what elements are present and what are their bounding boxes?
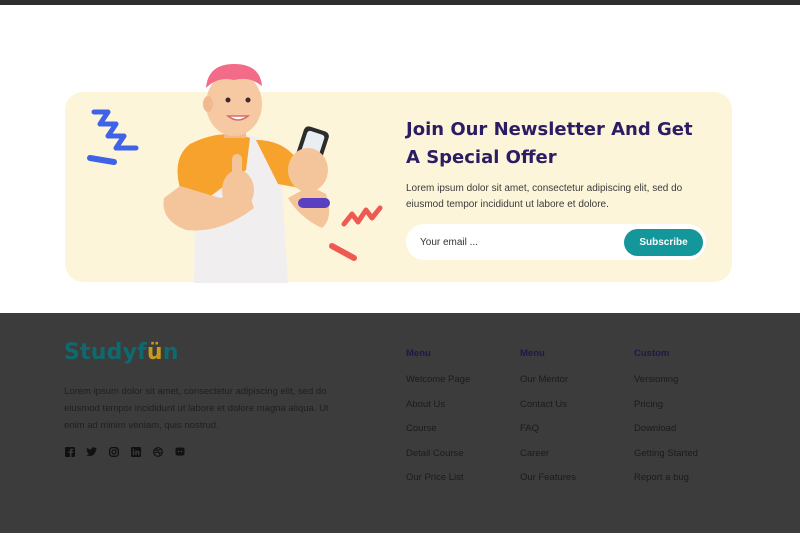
footer-link-detail-course[interactable]: Detail Course	[406, 448, 516, 460]
footer-link-report-a-bug[interactable]: Report a bug	[634, 472, 744, 484]
footer-description: Lorem ipsum dolor sit amet, consectetur …	[64, 386, 329, 431]
footer-column-2: Menu Our Mentor Contact Us FAQ Career Ou…	[520, 348, 630, 497]
logo-text: Studyf	[64, 340, 147, 365]
character-with-phone-illustration	[150, 58, 350, 283]
linkedin-icon[interactable]	[130, 446, 141, 457]
footer-column-1: Menu Welcome Page About Us Course Detail…	[406, 348, 516, 497]
logo-accent: ü	[146, 340, 163, 365]
email-subscribe-form: Subscribe	[406, 224, 706, 260]
footer-link-course[interactable]: Course	[406, 423, 516, 435]
footer-link-getting-started[interactable]: Getting Started	[634, 448, 744, 460]
footer-column-title: Menu	[406, 348, 431, 359]
facebook-icon[interactable]	[64, 446, 75, 457]
footer-link-our-mentor[interactable]: Our Mentor	[520, 374, 630, 386]
newsletter-title: Join Our Newsletter And Get A Special Of…	[406, 119, 693, 168]
footer-link-pricing[interactable]: Pricing	[634, 399, 744, 411]
footer-link-faq[interactable]: FAQ	[520, 423, 630, 435]
top-bar	[0, 0, 800, 5]
footer-link-contact-us[interactable]: Contact Us	[520, 399, 630, 411]
footer-link-our-features[interactable]: Our Features	[520, 472, 630, 484]
footer-link-welcome-page[interactable]: Welcome Page	[406, 374, 516, 386]
footer-column-title: Custom	[634, 348, 670, 359]
subscribe-button[interactable]: Subscribe	[624, 229, 703, 256]
twitter-icon[interactable]	[86, 446, 97, 457]
footer-link-about-us[interactable]: About Us	[406, 399, 516, 411]
logo-text-end: n	[162, 340, 179, 365]
studyfun-logo[interactable]: Studyfün	[64, 340, 179, 365]
footer-link-versioning[interactable]: Versioning	[634, 374, 744, 386]
footer-column-title: Menu	[520, 348, 545, 359]
instagram-icon[interactable]	[108, 446, 119, 457]
footer-column-3: Custom Versioning Pricing Download Getti…	[634, 348, 744, 497]
newsletter-description: Lorem ipsum dolor sit amet, consectetur …	[406, 183, 683, 210]
blue-squiggle-decoration	[86, 108, 146, 168]
footer-link-our-price-list[interactable]: Our Price List	[406, 472, 516, 484]
footer-link-career[interactable]: Career	[520, 448, 630, 460]
email-input[interactable]	[420, 233, 610, 251]
discord-icon[interactable]	[174, 446, 185, 457]
footer-link-download[interactable]: Download	[634, 423, 744, 435]
dribbble-icon[interactable]	[152, 446, 163, 457]
social-links	[64, 446, 185, 457]
